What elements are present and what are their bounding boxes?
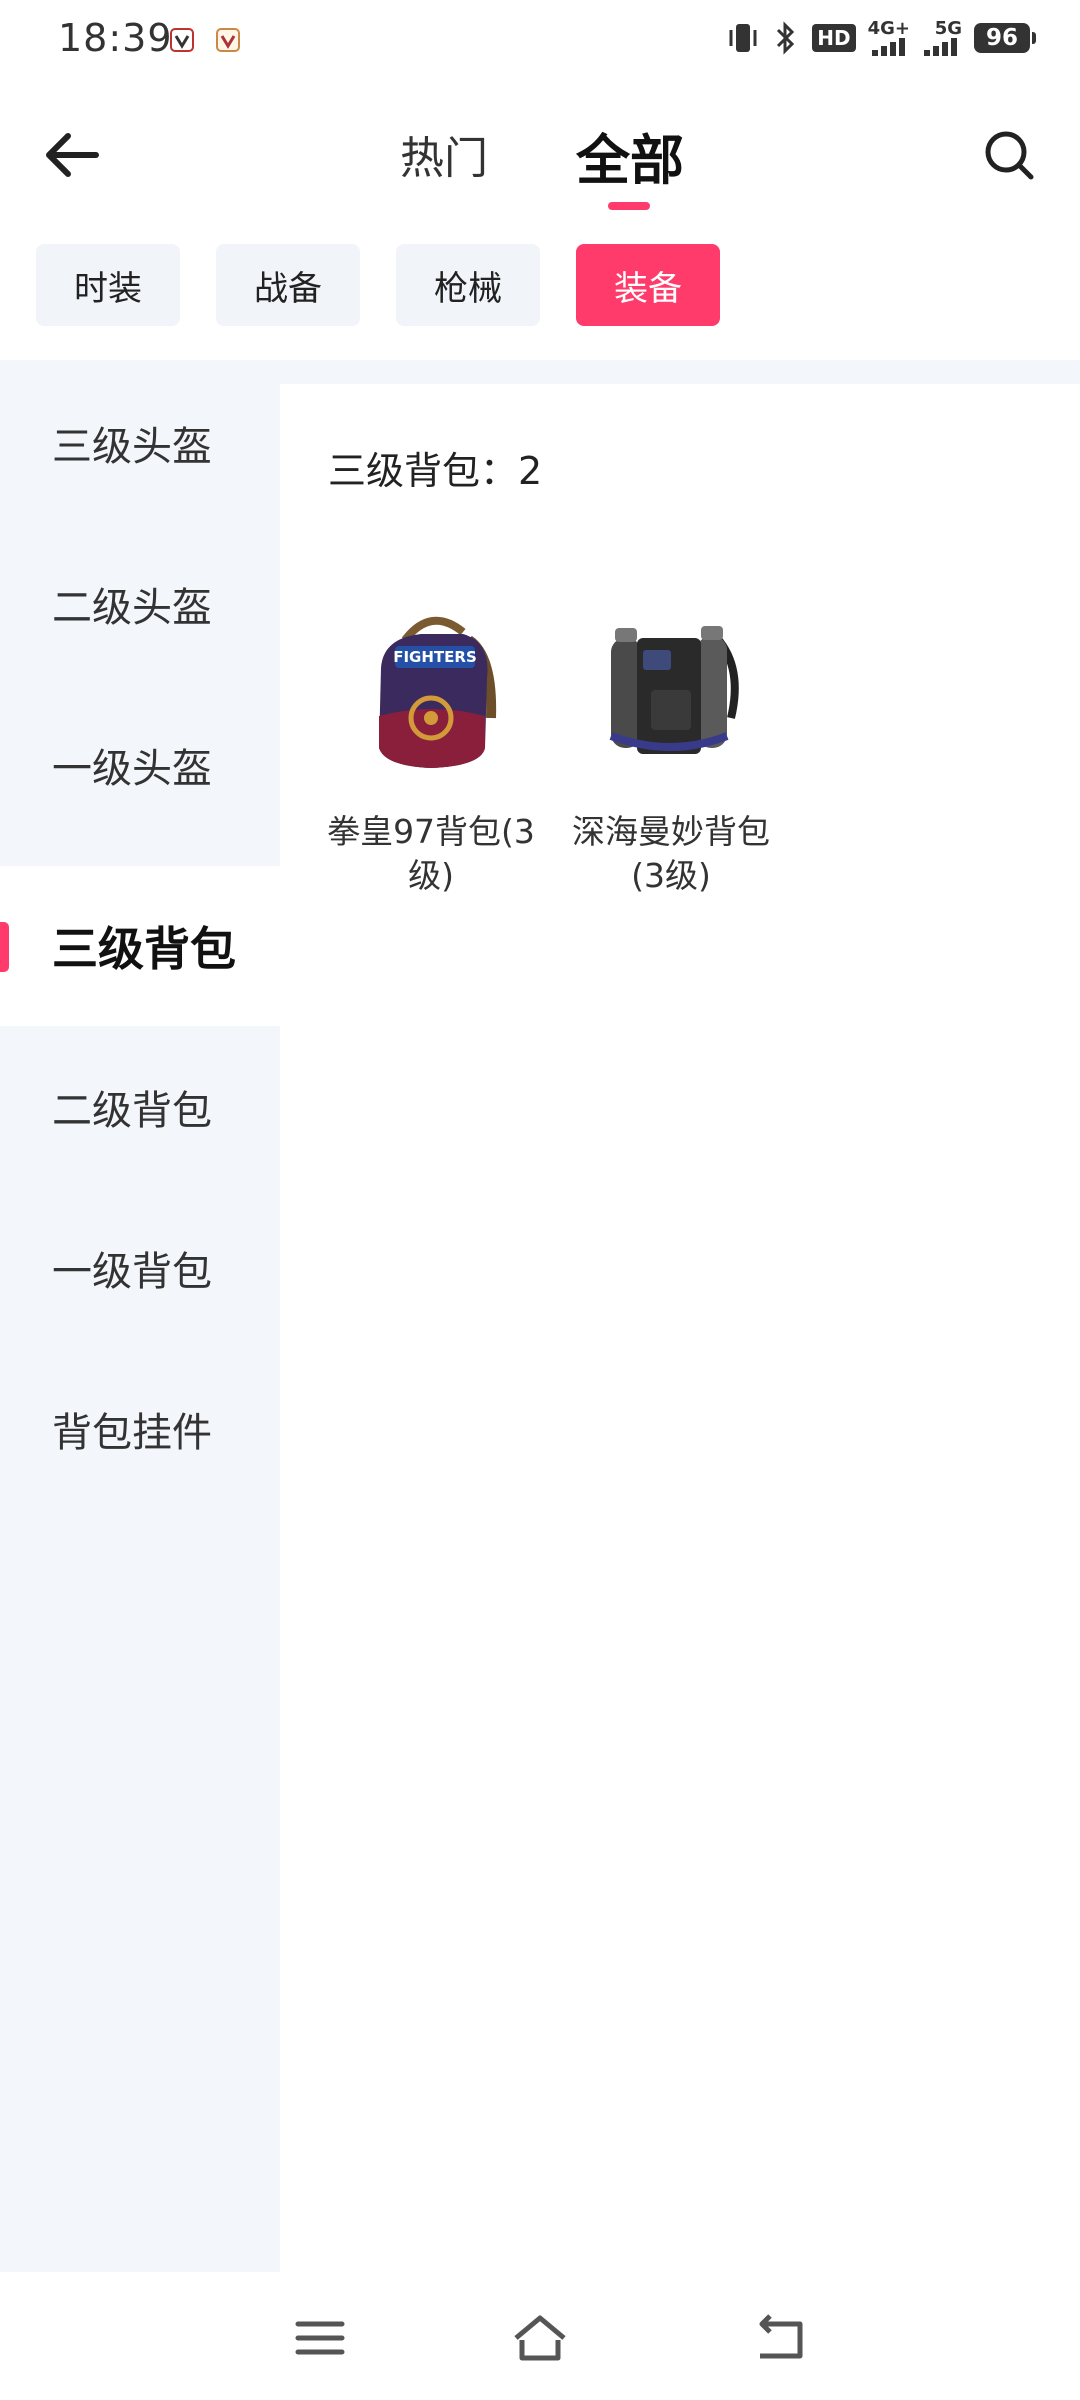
status-icons: HD 4G+ 5G 96 <box>728 20 1036 56</box>
chip-fashion[interactable]: 时装 <box>36 244 180 326</box>
signal-4g: 4G+ <box>868 20 910 56</box>
sidebar-item-label: 三级背包 <box>52 922 236 976</box>
item-card[interactable]: FIGHTERS 拳皇97背包(3级) <box>316 598 546 898</box>
tab-all[interactable]: 全部 <box>576 116 684 192</box>
sidebar-item-helmet-lv1[interactable]: 一级头盔 <box>0 685 280 845</box>
chip-firearms[interactable]: 枪械 <box>396 244 540 326</box>
top-header: 热门 全部 <box>0 84 1080 224</box>
chip-equipment[interactable]: 装备 <box>576 244 720 326</box>
back-icon[interactable] <box>750 2308 810 2368</box>
hd-badge: HD <box>812 24 856 52</box>
sidebar-item-backpack-lv1[interactable]: 一级背包 <box>0 1188 280 1348</box>
category-chips: 时装 战备 枪械 装备 <box>36 244 720 326</box>
bluetooth-icon <box>777 21 795 55</box>
sidebar-item-label: 三级头盔 <box>52 424 212 470</box>
search-icon[interactable] <box>976 122 1042 188</box>
content-area: 三级头盔 二级头盔 一级头盔 三级背包 二级背包 一级背包 背包挂件 三级背包：… <box>0 360 1080 2272</box>
item-list-panel: 三级背包：2 FIGHTERS 拳皇97背包(3级) 深海曼妙背包(3级) <box>280 384 1080 2272</box>
signal-5g: 5G <box>922 20 962 56</box>
sidebar-item-label: 一级背包 <box>52 1249 212 1295</box>
sidebar-item-backpack-pendant[interactable]: 背包挂件 <box>0 1349 280 1509</box>
menu-icon[interactable] <box>290 2308 350 2368</box>
status-bar: 18:39 HD 4G+ 5G 96 <box>0 0 1080 84</box>
svg-text:FIGHTERS: FIGHTERS <box>393 648 477 666</box>
vibrate-icon <box>729 24 757 52</box>
sidebar-item-helmet-lv2[interactable]: 二级头盔 <box>0 524 280 684</box>
app-notification-icon <box>216 28 240 52</box>
sidebar-item-label: 二级背包 <box>52 1088 212 1134</box>
chip-combat-prep[interactable]: 战备 <box>216 244 360 326</box>
active-indicator <box>0 922 9 972</box>
back-arrow-icon[interactable] <box>38 120 108 190</box>
tab-hot[interactable]: 热门 <box>400 122 488 192</box>
active-tab-indicator <box>608 202 650 210</box>
system-nav-bar <box>0 2272 1080 2400</box>
section-heading: 三级背包：2 <box>328 449 543 493</box>
sidebar-item-label: 二级头盔 <box>52 585 212 631</box>
sidebar-item-backpack-lv3[interactable]: 三级背包 <box>0 866 280 1026</box>
home-icon[interactable] <box>510 2308 570 2368</box>
sidebar-item-label: 背包挂件 <box>52 1410 212 1456</box>
clock: 18:39 <box>58 16 173 60</box>
item-name: 深海曼妙背包(3级) <box>572 812 770 895</box>
item-name: 拳皇97背包(3级) <box>327 812 535 895</box>
sidebar: 三级头盔 二级头盔 一级头盔 三级背包 二级背包 一级背包 背包挂件 <box>0 360 280 2272</box>
kof97-backpack-icon: FIGHTERS <box>379 616 497 768</box>
sidebar-item-helmet-lv3[interactable]: 三级头盔 <box>0 363 280 523</box>
sidebar-item-label: 一级头盔 <box>52 746 212 792</box>
deep-sea-backpack-icon <box>609 626 739 754</box>
sidebar-item-backpack-lv2[interactable]: 二级背包 <box>0 1027 280 1187</box>
item-card[interactable]: 深海曼妙背包(3级) <box>556 598 786 898</box>
app-notification-icon <box>170 28 194 52</box>
battery-indicator: 96 <box>974 23 1036 53</box>
